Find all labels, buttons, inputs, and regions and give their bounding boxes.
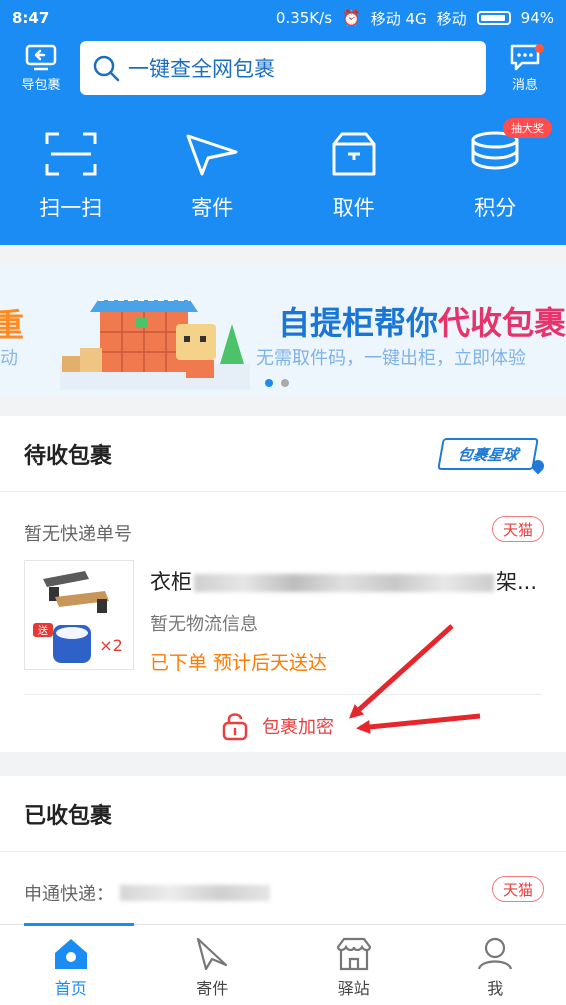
points-label: 积分 bbox=[474, 196, 517, 220]
pickup-label: 取件 bbox=[332, 196, 375, 220]
tab-station[interactable]: 驿站 bbox=[283, 925, 425, 1005]
blurred-tracking-number bbox=[120, 885, 270, 901]
received-packages-card: 已收包裹 申通快递： 天猫 bbox=[0, 776, 566, 924]
unread-dot bbox=[535, 44, 544, 53]
bottom-tab-bar: 首页 寄件 驿站 我 bbox=[0, 923, 566, 1005]
battery-level: 94% bbox=[520, 9, 554, 27]
blurred-text bbox=[194, 574, 494, 592]
pending-packages-card: 待收包裹 包裹星球 暂无快递单号 天猫 送 ×2 衣柜 架... 暂无物流信息 已… bbox=[0, 416, 566, 752]
prev-banner-peek-sub: 动 bbox=[0, 348, 18, 369]
carousel-dots bbox=[265, 379, 289, 387]
scroll-indicator bbox=[24, 923, 134, 926]
box-icon bbox=[332, 132, 376, 176]
delivery-eta: 已下单 预计后天送达 bbox=[150, 652, 328, 674]
encrypt-package-button[interactable]: 包裹加密 bbox=[222, 706, 334, 746]
encrypt-label: 包裹加密 bbox=[262, 717, 334, 738]
prize-badge: 抽大奖 bbox=[503, 118, 552, 138]
home-icon bbox=[54, 939, 87, 969]
scan-icon bbox=[45, 132, 97, 176]
store-icon bbox=[336, 937, 371, 971]
shop-tag: 天猫 bbox=[491, 516, 544, 542]
tab-send[interactable]: 寄件 bbox=[142, 925, 284, 1005]
goods-thumbnail[interactable]: 送 ×2 bbox=[24, 560, 134, 670]
received-package-row[interactable]: 申通快递： bbox=[24, 880, 270, 906]
import-icon bbox=[25, 44, 57, 71]
carousel-dot bbox=[281, 379, 289, 387]
banner-title: 自提柜帮你代收包裹 bbox=[278, 304, 566, 342]
status-time: 8:47 bbox=[12, 9, 50, 27]
received-section-title: 已收包裹 bbox=[0, 776, 566, 852]
shop-tag: 天猫 bbox=[491, 876, 544, 902]
pickup-button[interactable]: 取件 bbox=[283, 100, 425, 245]
quick-actions: 扫一扫 寄件 取件 抽大奖 积分 bbox=[0, 100, 566, 245]
search-placeholder: 一键查全网包裹 bbox=[128, 57, 275, 81]
prev-banner-peek: 重 bbox=[0, 306, 25, 344]
tab-me[interactable]: 我 bbox=[425, 925, 566, 1005]
carrier-2: 移动 bbox=[436, 9, 467, 28]
locker-illustration bbox=[60, 299, 250, 390]
user-icon bbox=[478, 937, 513, 970]
package-planet-logo[interactable]: 包裹星球 bbox=[437, 438, 539, 470]
search-icon bbox=[93, 55, 120, 82]
quantity-label: ×2 bbox=[99, 636, 123, 655]
messages-button[interactable]: 消息 bbox=[498, 42, 552, 93]
carousel-dot bbox=[265, 379, 273, 387]
import-label: 导包裹 bbox=[21, 78, 61, 93]
lock-icon bbox=[222, 713, 248, 741]
gift-tag: 送 bbox=[38, 624, 48, 637]
promo-banner[interactable]: 重 动 自提柜帮你代收包裹 无需取件码，一键出柜，立即体验 bbox=[0, 264, 566, 397]
send-button[interactable]: 寄件 bbox=[142, 100, 284, 245]
battery-icon bbox=[476, 11, 511, 25]
network-speed: 0.35K/s bbox=[275, 9, 333, 27]
goods-name[interactable]: 衣柜 架... bbox=[150, 566, 537, 596]
carrier-1: 移动 4G bbox=[370, 9, 427, 28]
logistics-status: 暂无物流信息 bbox=[150, 614, 258, 635]
product-image: 送 ×2 bbox=[33, 571, 123, 663]
search-bar[interactable]: 一键查全网包裹 bbox=[80, 41, 486, 95]
banner-subtitle: 无需取件码，一键出柜，立即体验 bbox=[256, 348, 526, 369]
import-package-button[interactable]: 导包裹 bbox=[14, 42, 68, 93]
send-plane-icon bbox=[197, 937, 228, 971]
top-bar: 导包裹 一键查全网包裹 消息 bbox=[0, 36, 566, 100]
alarm-icon: ⏰ bbox=[342, 9, 361, 27]
scan-label: 扫一扫 bbox=[39, 196, 103, 220]
tab-home[interactable]: 首页 bbox=[0, 925, 142, 1005]
scan-button[interactable]: 扫一扫 bbox=[0, 100, 142, 245]
points-button[interactable]: 抽大奖 积分 bbox=[425, 100, 566, 245]
status-bar: 8:47 0.35K/s ⏰ 移动 4G 移动 94% bbox=[0, 0, 566, 36]
courier-label: 申通快递： bbox=[24, 884, 114, 905]
divider bbox=[24, 694, 542, 695]
messages-label: 消息 bbox=[511, 78, 538, 93]
no-tracking-label: 暂无快递单号 bbox=[24, 524, 132, 545]
send-label: 寄件 bbox=[191, 196, 234, 220]
send-plane-icon bbox=[186, 134, 238, 176]
